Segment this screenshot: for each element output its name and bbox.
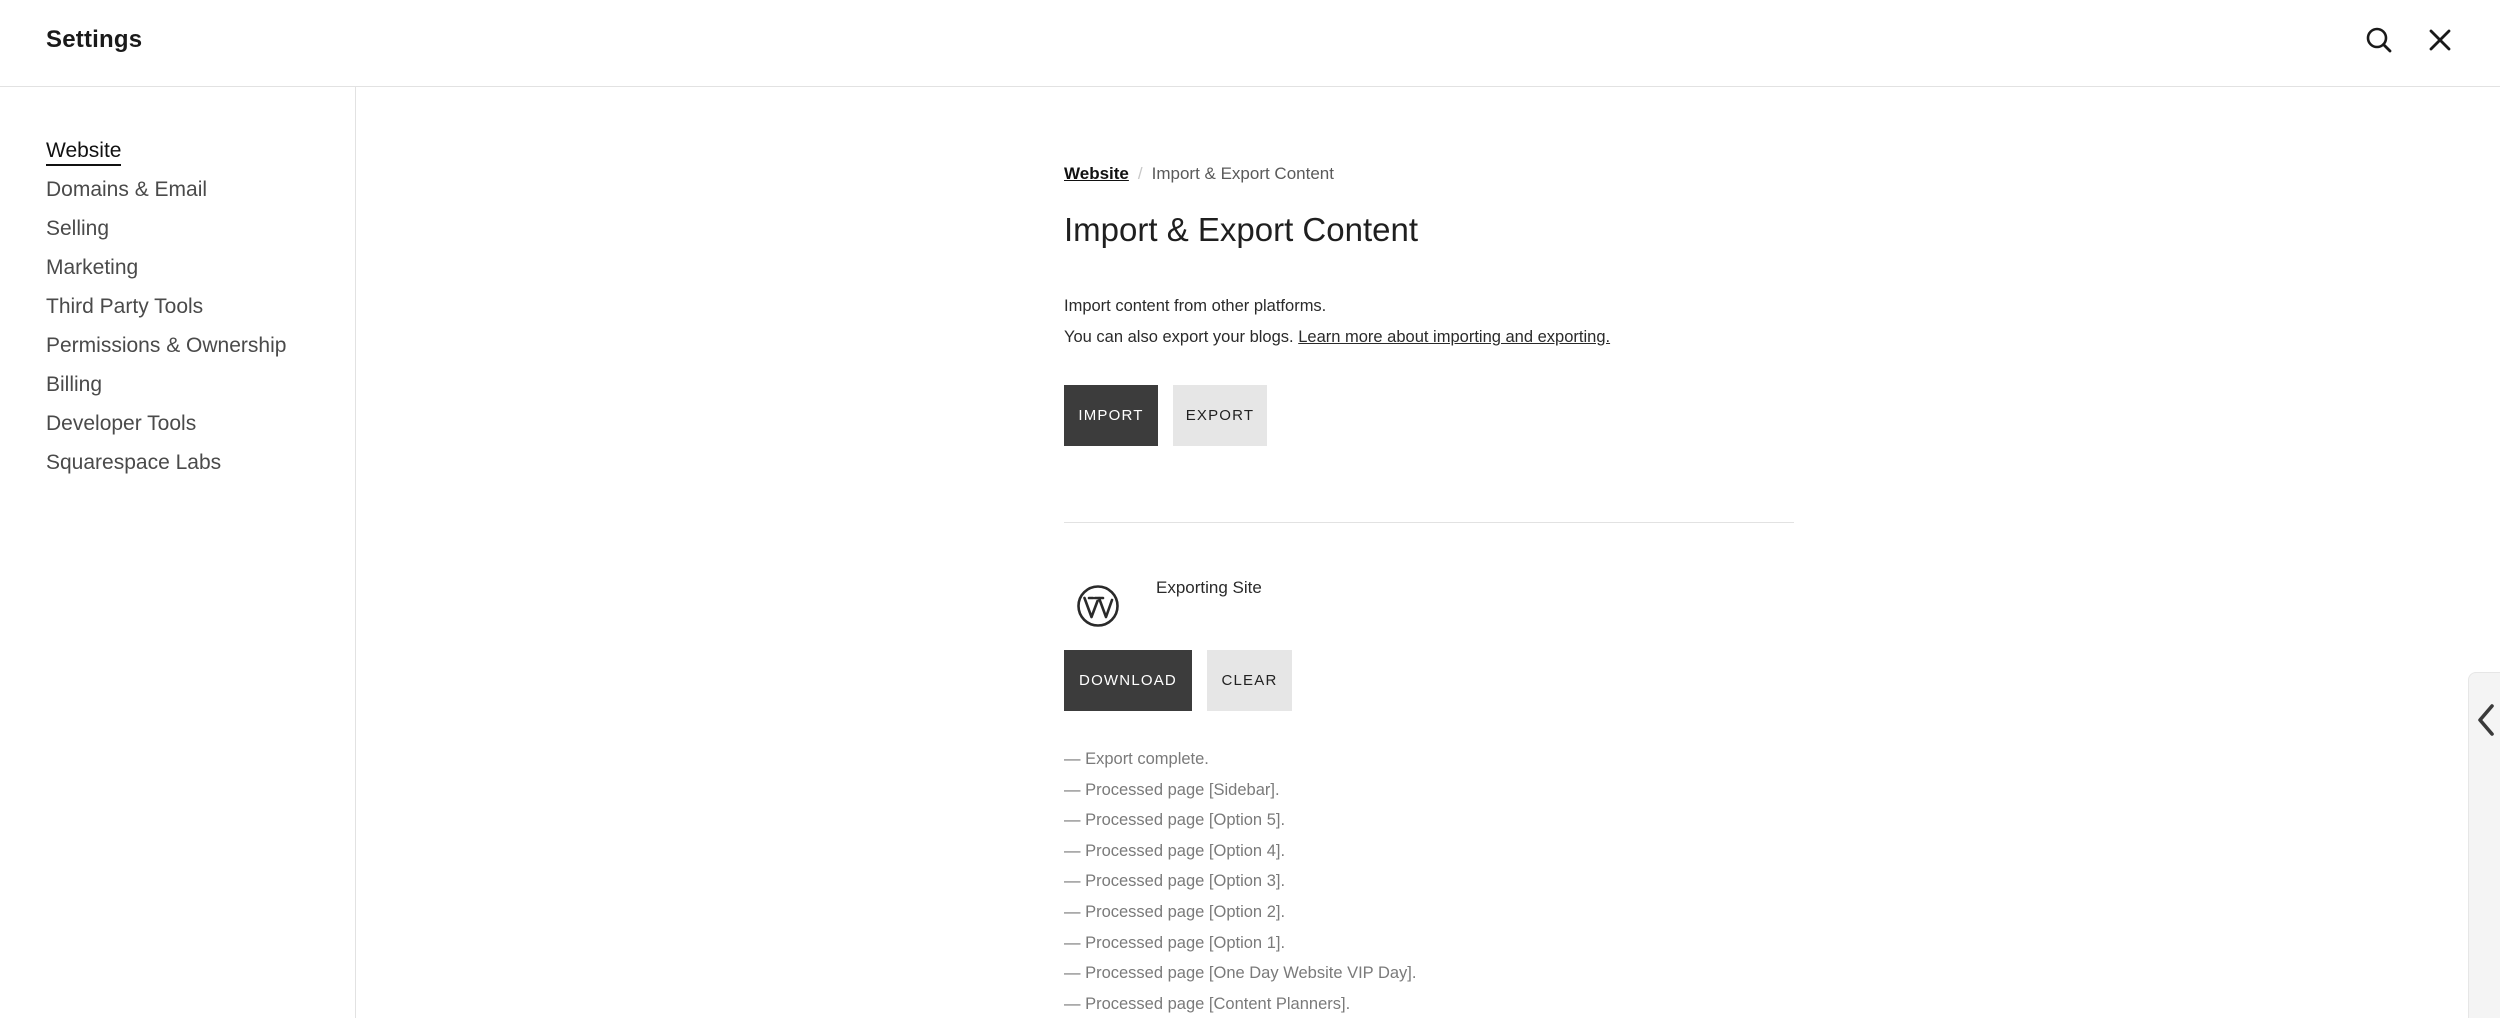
sidebar-item-domains-email[interactable]: Domains & Email [46, 178, 207, 202]
log-entry: — Processed page [Option 5]. [1064, 811, 1286, 830]
log-entry: — Processed page [Sidebar]. [1064, 780, 1280, 799]
log-entry: — Export complete. [1064, 750, 1209, 768]
sidebar-item-billing[interactable]: Billing [46, 373, 102, 397]
top-bar: Settings [0, 0, 2500, 87]
search-icon[interactable] [2361, 22, 2397, 58]
log-entry: — Processed page [One Day Website VIP Da… [1064, 964, 1417, 983]
sidebar-item-selling[interactable]: Selling [46, 217, 109, 241]
log-entry: — Processed page [Content Planners]. [1064, 994, 1351, 1013]
sidebar-item-developer-tools[interactable]: Developer Tools [46, 412, 196, 436]
side-panel-toggle[interactable] [2468, 672, 2500, 1018]
export-button[interactable]: EXPORT [1173, 385, 1267, 446]
chevron-left-icon [2478, 704, 2494, 736]
log-entry: — Processed page [Option 3]. [1064, 872, 1286, 891]
page-header-title: Settings [46, 26, 143, 53]
description-line-2: You can also export your blogs. Learn mo… [1064, 328, 1610, 347]
sidebar-item-third-party-tools[interactable]: Third Party Tools [46, 295, 203, 319]
settings-sidebar: Website Domains & Email Selling Marketin… [0, 87, 356, 1018]
breadcrumb-website-link[interactable]: Website [1064, 164, 1129, 183]
log-entry: — Processed page [Option 4]. [1064, 841, 1286, 860]
description-line-1: Import content from other platforms. [1064, 297, 1327, 315]
page-title: Import & Export Content [1064, 211, 1418, 248]
close-icon[interactable] [2422, 22, 2458, 58]
sidebar-item-website[interactable]: Website [46, 139, 122, 166]
log-entry: — Processed page [Option 1]. [1064, 933, 1286, 952]
sidebar-item-marketing[interactable]: Marketing [46, 256, 138, 280]
sidebar-item-permissions-ownership[interactable]: Permissions & Ownership [46, 334, 286, 358]
wordpress-icon [1076, 584, 1120, 628]
description-line-2-text: You can also export your blogs. [1064, 328, 1294, 346]
breadcrumb: Website / Import & Export Content [1064, 164, 1334, 184]
breadcrumb-current: Import & Export Content [1151, 164, 1334, 183]
clear-button[interactable]: CLEAR [1207, 650, 1292, 711]
log-entry: — Processed page [Option 2]. [1064, 902, 1286, 921]
download-button[interactable]: DOWNLOAD [1064, 650, 1192, 711]
section-divider [1064, 522, 1794, 523]
exporting-site-label: Exporting Site [1156, 578, 1262, 597]
import-button[interactable]: IMPORT [1064, 385, 1158, 446]
breadcrumb-separator: / [1137, 164, 1143, 183]
sidebar-item-squarespace-labs[interactable]: Squarespace Labs [46, 451, 221, 475]
export-log: — Export complete. — Processed page [Sid… [1064, 744, 1416, 1019]
learn-more-link[interactable]: Learn more about importing and exporting… [1298, 328, 1610, 346]
